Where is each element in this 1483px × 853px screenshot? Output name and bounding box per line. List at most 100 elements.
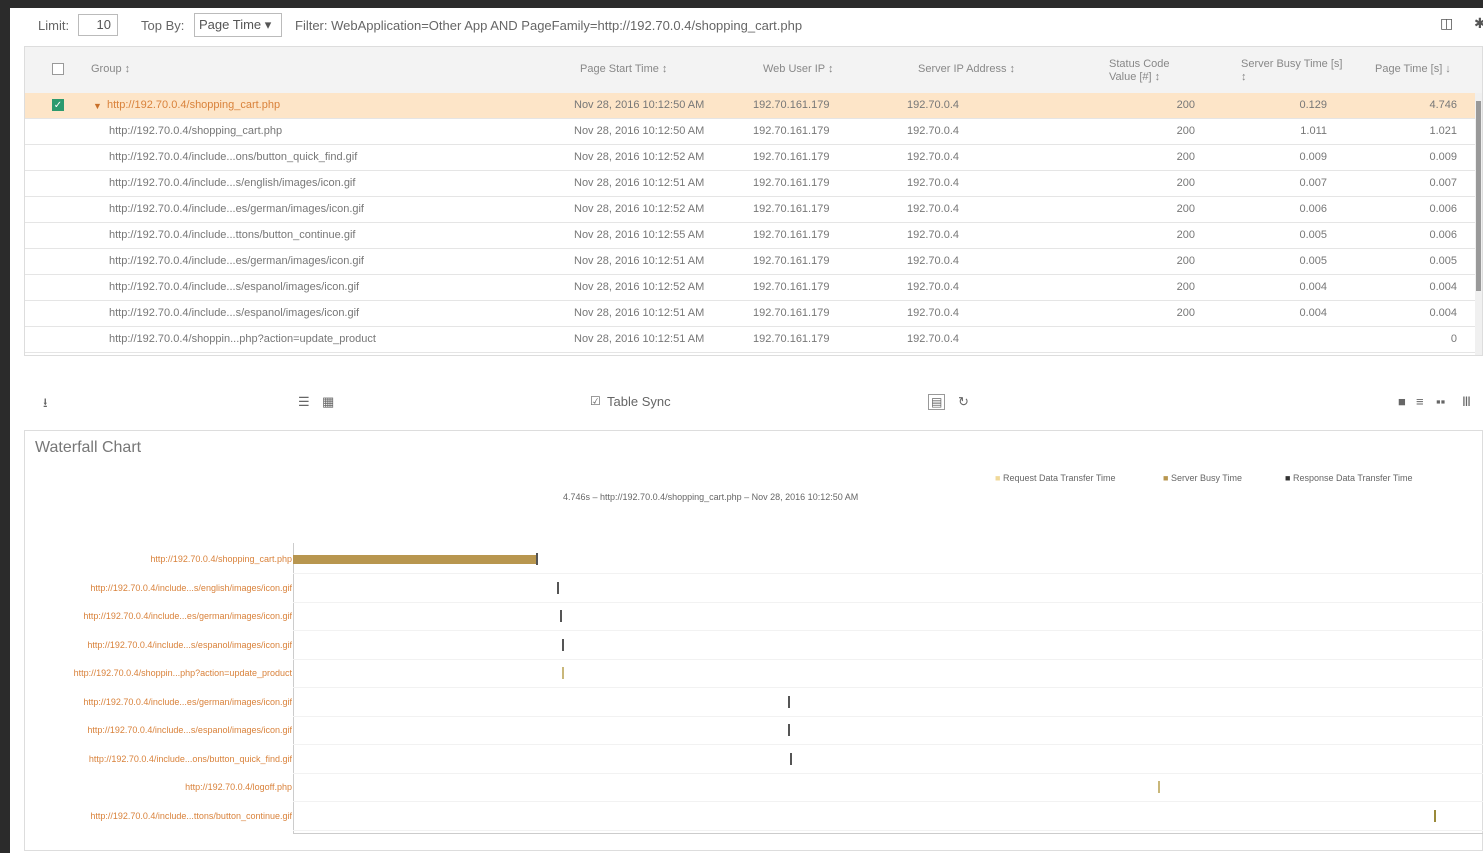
y-tick-label[interactable]: http://192.70.0.4/logoff.php [185,782,292,792]
legend-request[interactable]: ■ Request Data Transfer Time [995,473,1116,483]
table-row[interactable]: http://192.70.0.4/shoppin...php?action=u… [25,327,1482,353]
y-tick-label[interactable]: http://192.70.0.4/include...es/german/im… [83,697,292,707]
waterfall-bar[interactable] [787,724,790,736]
list-icon[interactable]: ≡ [1416,394,1424,409]
waterfall-bar[interactable] [559,610,562,622]
waterfall-bar[interactable] [1433,809,1436,822]
y-tick-label[interactable]: http://192.70.0.4/include...es/german/im… [83,611,292,621]
y-tick-label[interactable]: http://192.70.0.4/shoppin...php?action=u… [74,668,292,678]
table-row[interactable]: http://192.70.0.4/include...es/german/im… [25,197,1482,223]
waterfall-chart-panel: Waterfall Chart ■ Request Data Transfer … [24,430,1483,851]
y-tick-label[interactable]: http://192.70.0.4/include...ttons/button… [90,811,292,821]
settings-icon[interactable]: ✱ [1474,15,1483,32]
page-start-cell: Nov 28, 2016 10:12:52 AM [574,281,705,293]
waterfall-bar[interactable] [1157,781,1160,793]
server-ip-cell: 192.70.0.4 [907,229,959,241]
col-page-time[interactable]: Page Time [s] ↓ [1375,63,1451,76]
table-row[interactable]: http://192.70.0.4/include...es/german/im… [25,249,1482,275]
chart-toolbar: ⭳ ☰ ▦ ☑ Table Sync ▤ ↻ ■ ≡ ▪▪ Ⅲ [10,390,1483,416]
page-time-cell: 0.004 [1429,281,1457,293]
table-sync-checkbox-icon[interactable]: ☑ [590,394,601,408]
topby-select[interactable]: Page Time ▾ [194,13,282,37]
table-row[interactable]: http://192.70.0.4/include...s/espanol/im… [25,275,1482,301]
table-row[interactable]: http://192.70.0.4/include...ttons/button… [25,223,1482,249]
page-start-cell: Nov 28, 2016 10:12:52 AM [574,151,705,163]
grid-view-icon[interactable]: ▦ [322,394,334,410]
col-status-code[interactable]: Status Code Value [#] ↕ [1109,58,1189,84]
table-row[interactable]: http://192.70.0.4/shopping_cart.php Nov 2… [25,119,1482,145]
waterfall-bar[interactable] [293,555,536,564]
web-user-ip-cell: 192.70.161.179 [753,229,830,241]
select-all-checkbox[interactable] [52,63,64,75]
group-cell[interactable]: http://192.70.0.4/include...s/espanol/im… [109,307,359,319]
refresh-icon[interactable]: ↻ [958,394,969,410]
row-gridline [293,573,1483,574]
expand-chevron-icon[interactable]: ▼ [93,101,102,111]
waterfall-bar[interactable] [562,667,565,679]
web-user-ip-cell: 192.70.161.179 [753,151,830,163]
chart-subtitle: 4.746s – http://192.70.0.4/shopping_cart… [563,492,859,502]
y-tick-label[interactable]: http://192.70.0.4/include...ons/button_q… [89,754,292,764]
list-view-icon[interactable]: ☰ [298,394,310,410]
server-busy-cell: 0.007 [1299,177,1327,189]
y-tick-label[interactable]: http://192.70.0.4/include...s/espanol/im… [87,725,292,735]
col-group[interactable]: Group ↕ [91,63,130,76]
status-code-cell: 200 [1176,125,1195,137]
col-web-user-ip[interactable]: Web User IP ↕ [763,63,834,76]
y-tick-label[interactable]: http://192.70.0.4/include...s/espanol/im… [87,640,292,650]
table-row-group[interactable]: ✓ ▼ http://192.70.0.4/shopping_cart.php … [25,93,1482,119]
waterfall-end-tick [535,553,538,565]
export-icon[interactable]: ▤ [928,394,946,410]
row-gridline [293,715,1483,717]
limit-input[interactable]: 10 [78,14,118,36]
y-tick-label[interactable]: http://192.70.0.4/shopping_cart.php [150,554,292,564]
row-gridline [293,630,1483,631]
download-icon[interactable]: ⭳ [43,394,48,416]
y-tick-label[interactable]: http://192.70.0.4/include...s/english/im… [90,583,292,593]
web-user-ip-cell: 192.70.161.179 [753,255,830,267]
legend-response-swatch: ■ [1285,473,1291,483]
status-code-cell: 200 [1176,307,1195,319]
legend-response[interactable]: ■ Response Data Transfer Time [1285,473,1413,483]
table-row[interactable]: http://192.70.0.4/include...s/english/im… [25,171,1482,197]
table-scrollbar[interactable] [1475,93,1482,355]
columns-view-icon[interactable]: Ⅲ [1462,394,1471,410]
group-cell[interactable]: http://192.70.0.4/shoppin...php?action=u… [109,333,376,345]
waterfall-bar[interactable] [557,581,560,594]
group-cell[interactable]: http://192.70.0.4/include...s/espanol/im… [109,281,359,293]
app-frame: Limit: 10 Top By: Page Time ▾ Filter: We… [10,8,1483,853]
group-cell[interactable]: http://192.70.0.4/include...es/german/im… [109,203,364,215]
legend-server-busy[interactable]: ■ Server Busy Time [1163,473,1242,483]
row-checkbox[interactable]: ✓ [52,99,64,111]
table-row[interactable]: http://192.70.0.4/include...s/espanol/im… [25,301,1482,327]
page-time-cell: 4.746 [1429,99,1457,111]
row-gridline [293,601,1483,603]
web-user-ip-cell: 192.70.161.179 [753,125,830,137]
col-server-busy[interactable]: Server Busy Time [s] ↕ [1241,58,1351,84]
waterfall-bar[interactable] [790,752,793,765]
status-code-cell: 200 [1176,255,1195,267]
table-sync-label[interactable]: Table Sync [607,394,671,409]
group-cell[interactable]: http://192.70.0.4/include...s/english/im… [109,177,355,189]
web-user-ip-cell: 192.70.161.179 [753,203,830,215]
page-time-cell: 0 [1450,333,1457,345]
waterfall-bar[interactable] [787,695,790,708]
scrollbar-thumb[interactable] [1476,101,1481,291]
server-ip-cell: 192.70.0.4 [907,307,959,319]
y-axis [293,543,294,833]
col-page-start[interactable]: Page Start Time ↕ [580,63,667,76]
group-cell[interactable]: http://192.70.0.4/shopping_cart.php [107,99,280,111]
group-cell[interactable]: http://192.70.0.4/shopping_cart.php [109,125,282,137]
group-cell[interactable]: http://192.70.0.4/include...ttons/button… [109,229,355,241]
status-code-cell: 200 [1176,177,1195,189]
waterfall-bar[interactable] [562,638,565,651]
filter-text: Filter: WebApplication=Other App AND Pag… [295,18,803,33]
tiles-icon[interactable]: ▪▪ [1436,394,1445,409]
folder-icon[interactable]: ■ [1398,394,1406,409]
table-row[interactable]: http://192.70.0.4/include...ons/button_q… [25,145,1482,171]
group-cell[interactable]: http://192.70.0.4/include...es/german/im… [109,255,364,267]
group-cell[interactable]: http://192.70.0.4/include...ons/button_q… [109,151,357,163]
page-time-cell: 0.005 [1429,255,1457,267]
columns-icon[interactable]: ◫ [1440,15,1453,32]
col-server-ip[interactable]: Server IP Address ↕ [918,63,1015,76]
